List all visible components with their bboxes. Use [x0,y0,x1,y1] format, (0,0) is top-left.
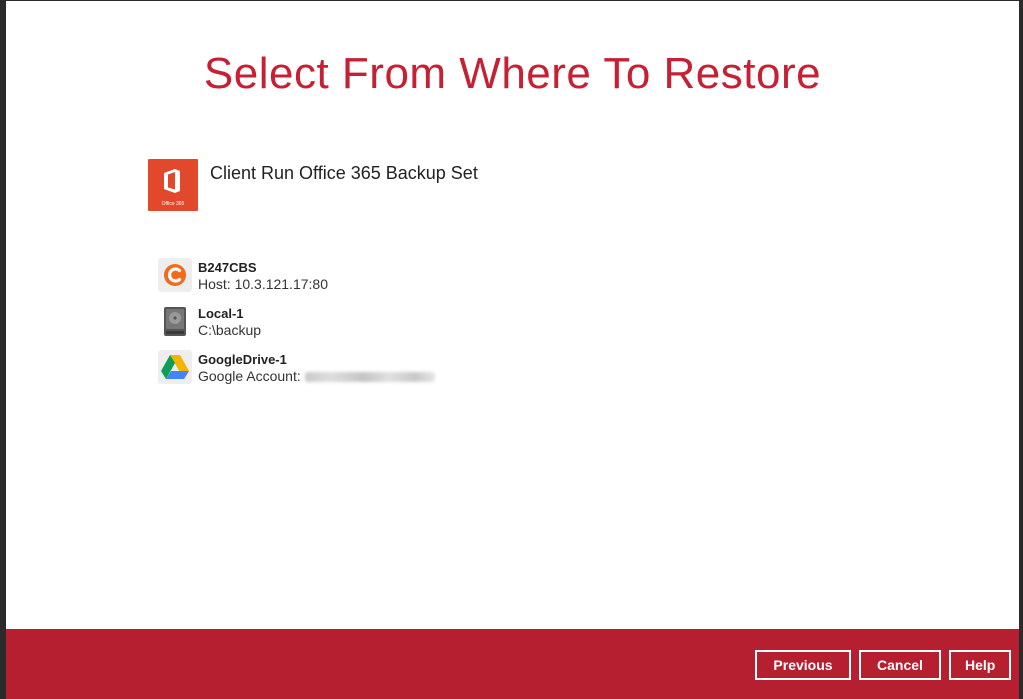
destination-name: GoogleDrive-1 [198,352,287,367]
local-drive-icon [158,304,192,338]
destination-name: B247CBS [198,260,257,275]
help-button[interactable]: Help [949,650,1011,680]
office-365-logo-text: Office 365 [161,201,185,207]
previous-button[interactable]: Previous [755,650,851,680]
destination-item-googledrive-1[interactable]: GoogleDrive-1 Google Account: [158,350,558,396]
backup-set-name: Client Run Office 365 Backup Set [210,163,478,183]
destination-list: B247CBS Host: 10.3.121.17:80 Local-1 C:\… [158,258,558,396]
page-title: Select From Where To Restore [203,49,822,98]
backup-set-header: Office 365 Client Run Office 365 Backup … [148,159,478,211]
destination-detail: Google Account: [198,368,435,385]
google-account-label: Google Account: [198,368,301,384]
office-365-icon: Office 365 [148,159,198,211]
footer-bar: Previous Cancel Help [6,629,1019,699]
destination-detail: C:\backup [198,322,262,338]
destination-detail: Host: 10.3.121.17:80 [198,276,328,292]
footer-buttons: Previous Cancel Help [755,650,1011,680]
destination-item-b247cbs[interactable]: B247CBS Host: 10.3.121.17:80 [158,258,558,304]
destination-item-local-1[interactable]: Local-1 C:\backup [158,304,558,350]
restore-window: Select From Where To Restore Office 365 … [0,0,1023,699]
redacted-account-value [304,372,435,383]
destination-name: Local-1 [198,306,244,321]
google-drive-icon [158,350,192,384]
cancel-button[interactable]: Cancel [859,650,941,680]
cbs-icon [158,258,192,292]
